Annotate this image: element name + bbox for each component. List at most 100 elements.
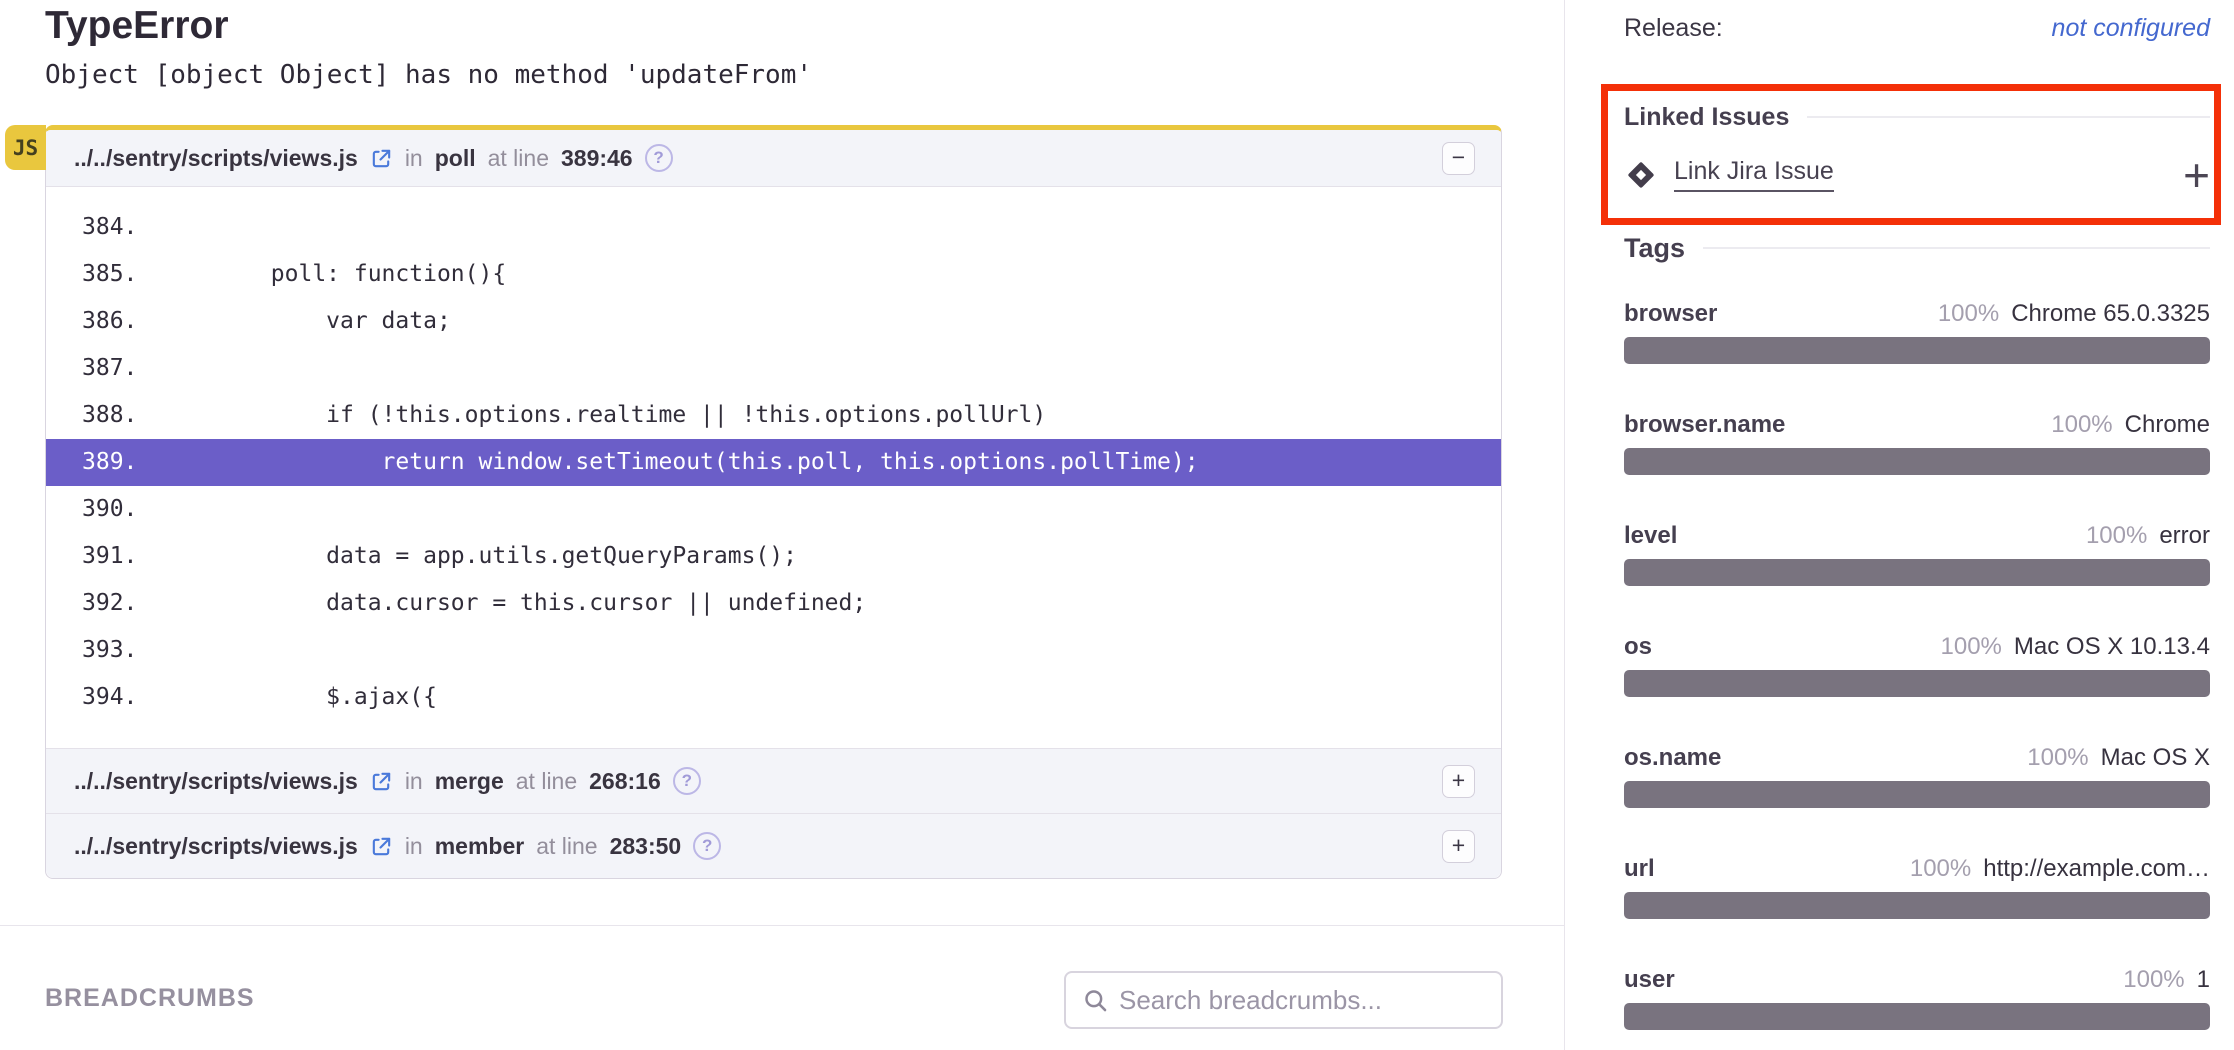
tag-row: level 100%error bbox=[1624, 522, 2210, 586]
frame-function: member bbox=[435, 833, 524, 860]
tag-percent: 100% bbox=[2123, 966, 2184, 994]
tag-value: Chrome bbox=[2125, 411, 2210, 439]
stack-frame-header[interactable]: ../../sentry/scripts/views.js in merge a… bbox=[46, 748, 1501, 813]
code-line: 387. bbox=[46, 345, 1501, 392]
help-icon[interactable]: ? bbox=[693, 832, 721, 860]
tag-key-link[interactable]: os bbox=[1624, 633, 1652, 661]
release-not-configured-link[interactable]: not configured bbox=[2052, 14, 2210, 43]
line-code: $.ajax({ bbox=[160, 684, 437, 710]
stack-frame-header[interactable]: ../../sentry/scripts/views.js in member … bbox=[46, 813, 1501, 878]
tag-row: os.name 100% Mac OS X bbox=[1624, 744, 2210, 808]
line-number: 391. bbox=[82, 533, 160, 580]
tag-key-link[interactable]: browser bbox=[1624, 300, 1717, 328]
frame-lineno: 283:50 bbox=[610, 833, 682, 860]
line-code: data = app.utils.getQueryParams(); bbox=[160, 543, 797, 569]
line-code: data.cursor = this.cursor || undefined; bbox=[160, 590, 866, 616]
help-icon[interactable]: ? bbox=[645, 144, 673, 172]
tag-distribution-bar[interactable] bbox=[1624, 892, 2210, 919]
tags-section: Tags browser 100% Chrome 65.0.3325 browse… bbox=[1624, 232, 2210, 1030]
line-number: 385. bbox=[82, 251, 160, 298]
error-type-title: TypeError bbox=[45, 4, 229, 48]
heading-rule bbox=[1703, 247, 2210, 249]
code-line: 384. bbox=[46, 204, 1501, 251]
frame-path: ../../sentry/scripts/views.js bbox=[74, 145, 358, 172]
tag-value: Chrome 65.0.3325 bbox=[2011, 300, 2210, 328]
external-link-icon[interactable] bbox=[370, 770, 393, 793]
tag-percent: 100% bbox=[1938, 300, 1999, 328]
line-code: return window.setTimeout(this.poll, this… bbox=[160, 449, 1199, 475]
line-number: 389. bbox=[82, 439, 160, 486]
line-number: 393. bbox=[82, 627, 160, 674]
frame-atline-label: at line bbox=[488, 145, 549, 172]
external-link-icon[interactable] bbox=[370, 835, 393, 858]
code-line: 391. data = app.utils.getQueryParams(); bbox=[46, 533, 1501, 580]
link-jira-issue-link[interactable]: Link Jira Issue bbox=[1674, 157, 1834, 192]
tag-value: Mac OS X 10.13.4 bbox=[2014, 633, 2210, 661]
breadcrumbs-search[interactable] bbox=[1064, 971, 1503, 1029]
line-number: 388. bbox=[82, 392, 160, 439]
tag-row: url 100%http://example.com… bbox=[1624, 855, 2210, 919]
breadcrumbs-title: BREADCRUMBS bbox=[45, 984, 255, 1013]
frame-lineno: 268:16 bbox=[589, 768, 661, 795]
line-number: 392. bbox=[82, 580, 160, 627]
tag-distribution-bar[interactable] bbox=[1624, 337, 2210, 364]
help-icon[interactable]: ? bbox=[673, 767, 701, 795]
jira-icon bbox=[1624, 158, 1658, 192]
linked-issues-heading: Linked Issues bbox=[1624, 101, 2210, 133]
tag-key-link[interactable]: browser.name bbox=[1624, 411, 1785, 439]
external-link-icon[interactable] bbox=[370, 147, 393, 170]
frame-in-label: in bbox=[405, 145, 423, 172]
tag-distribution-bar[interactable] bbox=[1624, 559, 2210, 586]
code-line: 393. bbox=[46, 627, 1501, 674]
heading-rule bbox=[1807, 116, 2210, 118]
tag-value: Mac OS X bbox=[2101, 744, 2210, 772]
breadcrumbs-search-input[interactable] bbox=[1119, 985, 1487, 1016]
add-linked-issue-button[interactable]: + bbox=[2183, 160, 2210, 190]
issue-detail-page: TypeError Object [object Object] has no … bbox=[0, 0, 2234, 1050]
tags-title: Tags bbox=[1624, 232, 1685, 264]
tag-value: 1 bbox=[2197, 966, 2210, 994]
expand-frame-button[interactable]: + bbox=[1442, 830, 1475, 863]
tag-percent: 100% bbox=[2051, 411, 2112, 439]
tag-distribution-bar[interactable] bbox=[1624, 781, 2210, 808]
code-line: 386. var data; bbox=[46, 298, 1501, 345]
linked-issues-title: Linked Issues bbox=[1624, 101, 1789, 133]
tag-row: browser.name 100% Chrome bbox=[1624, 411, 2210, 475]
platform-badge: JS bbox=[5, 125, 46, 170]
tag-distribution-bar[interactable] bbox=[1624, 1003, 2210, 1030]
frame-function: merge bbox=[435, 768, 504, 795]
code-line: 385. poll: function(){ bbox=[46, 251, 1501, 298]
frame-function: poll bbox=[435, 145, 476, 172]
line-number: 387. bbox=[82, 345, 160, 392]
tag-key-link[interactable]: url bbox=[1624, 855, 1655, 883]
tag-percent: 100% bbox=[1910, 855, 1971, 883]
link-jira-issue-row: Link Jira Issue + bbox=[1624, 157, 2210, 192]
frame-in-label: in bbox=[405, 833, 423, 860]
code-line: 394. $.ajax({ bbox=[46, 674, 1501, 721]
search-icon bbox=[1082, 987, 1109, 1014]
release-label: Release: bbox=[1624, 14, 1723, 43]
tag-percent: 100% bbox=[2027, 744, 2088, 772]
stack-frame-header[interactable]: ../../sentry/scripts/views.js in poll at… bbox=[46, 130, 1501, 187]
sidebar-divider bbox=[1564, 0, 1565, 1050]
line-number: 384. bbox=[82, 204, 160, 251]
frame-path: ../../sentry/scripts/views.js bbox=[74, 833, 358, 860]
error-message: Object [object Object] has no method 'up… bbox=[45, 60, 812, 90]
line-code: var data; bbox=[160, 308, 451, 334]
tag-row: os 100%Mac OS X 10.13.4 bbox=[1624, 633, 2210, 697]
tag-distribution-bar[interactable] bbox=[1624, 670, 2210, 697]
code-line: 390. bbox=[46, 486, 1501, 533]
line-number: 390. bbox=[82, 486, 160, 533]
collapse-frame-button[interactable]: − bbox=[1442, 142, 1475, 175]
line-number: 386. bbox=[82, 298, 160, 345]
tag-key-link[interactable]: level bbox=[1624, 522, 1677, 550]
tag-key-link[interactable]: user bbox=[1624, 966, 1675, 994]
tag-distribution-bar[interactable] bbox=[1624, 448, 2210, 475]
expand-frame-button[interactable]: + bbox=[1442, 765, 1475, 798]
section-divider bbox=[0, 925, 1565, 926]
line-code: if (!this.options.realtime || !this.opti… bbox=[160, 402, 1046, 428]
frame-in-label: in bbox=[405, 768, 423, 795]
line-number: 394. bbox=[82, 674, 160, 721]
tag-key-link[interactable]: os.name bbox=[1624, 744, 1721, 772]
code-line-highlighted: 389. return window.setTimeout(this.poll,… bbox=[46, 439, 1501, 486]
